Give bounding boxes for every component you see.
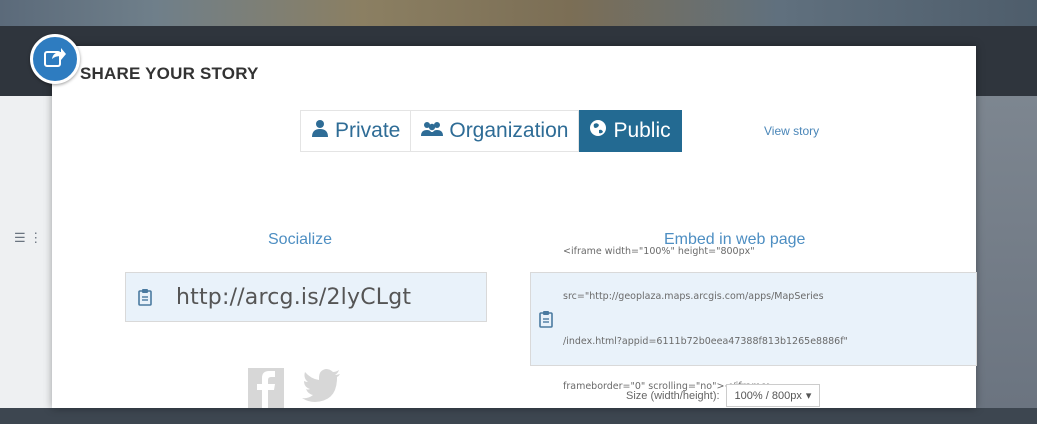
size-dropdown[interactable]: 100% / 800px ▾ [725,384,821,407]
access-public-label: Public [613,119,671,142]
clipboard-icon[interactable] [138,288,152,306]
embed-size-row: Size (width/height): 100% / 800px ▾ [626,384,821,407]
dialog-title: SHARE YOUR STORY [80,64,259,83]
share-dialog: SHARE YOUR STORY Private Organization Pu… [52,46,977,408]
view-story-link[interactable]: View story [764,124,819,138]
embed-code-line: src="http://geoplaza.maps.arcgis.com/app… [563,291,824,302]
short-url-text[interactable]: http://arcg.is/2lyCLgt [176,285,411,310]
access-organization-label: Organization [449,119,569,142]
group-icon [421,119,444,143]
size-value: 100% / 800px [734,389,802,402]
embed-code-line: <iframe width="100%" height="800px" [563,246,755,257]
embed-code-box[interactable]: <iframe width="100%" height="800px" src=… [530,246,977,392]
clipboard-icon[interactable] [539,310,553,328]
embed-code-line: /index.html?appid=6111b72b0eea47388f813b… [563,336,848,347]
share-badge [30,34,80,84]
access-private-button[interactable]: Private [300,110,412,152]
globe-icon [589,119,607,143]
access-public-button[interactable]: Public [579,110,682,152]
short-url-box[interactable]: http://arcg.is/2lyCLgt [125,272,487,322]
caret-down-icon: ▾ [805,390,812,402]
background-list-icon: ☰ ⋮ [14,230,43,245]
access-organization-button[interactable]: Organization [411,110,580,152]
facebook-icon[interactable] [248,368,284,413]
size-label: Size (width/height): [626,389,720,402]
social-icons [248,368,342,413]
twitter-icon[interactable] [302,368,342,413]
user-icon [311,119,329,143]
access-toggle: Private Organization Public [300,110,682,152]
background-map-top [0,0,1037,26]
access-private-label: Private [335,119,401,142]
socialize-title: Socialize [268,231,333,248]
background-right-panel [976,96,1037,408]
share-icon [43,46,67,73]
